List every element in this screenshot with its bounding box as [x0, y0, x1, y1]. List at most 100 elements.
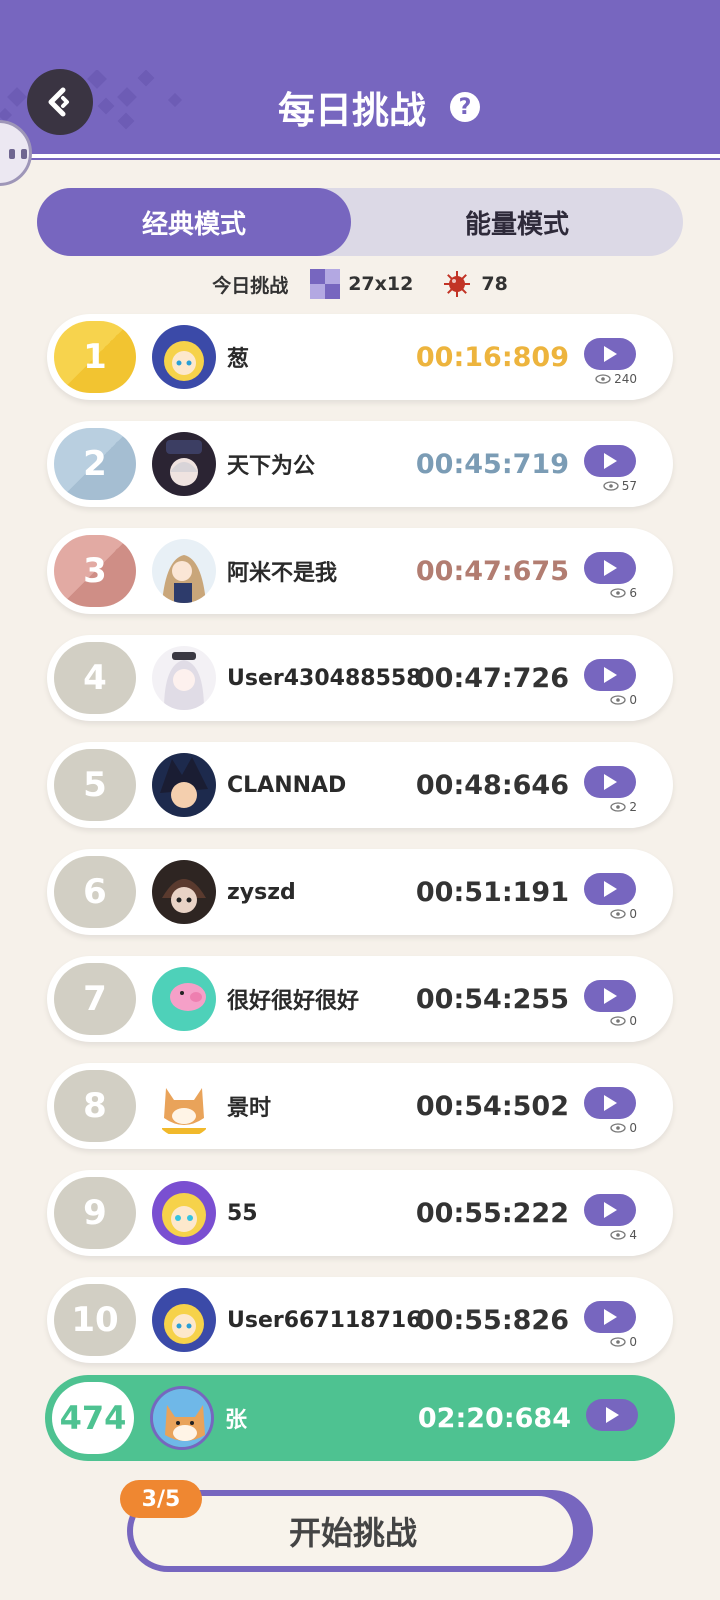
eye-icon [603, 481, 619, 491]
completion-time: 00:45:719 [415, 448, 569, 480]
rank-badge: 3 [54, 535, 136, 607]
view-count-value: 6 [629, 586, 637, 600]
player-name: 很好很好很好 [227, 989, 360, 1014]
rank-badge: 2 [54, 428, 136, 500]
leaderboard-row[interactable]: 6 zyszd 00:51:191 0 [47, 849, 673, 935]
view-count-value: 2 [629, 800, 637, 814]
play-icon [604, 667, 617, 683]
play-icon [604, 346, 617, 362]
replay-button[interactable] [584, 1301, 636, 1333]
avatar [152, 753, 216, 817]
eye-icon [610, 695, 627, 705]
leaderboard-row[interactable]: 2 天下为公 00:45:719 57 [47, 421, 673, 507]
avatar [152, 1288, 216, 1352]
view-count: 0 [610, 1014, 637, 1028]
completion-time: 00:47:726 [415, 662, 569, 694]
attempts-badge: 3/5 [120, 1480, 202, 1518]
player-name: CLANNAD [227, 772, 347, 798]
board-size: 27x12 [348, 273, 414, 295]
replay-button[interactable] [584, 980, 636, 1012]
my-player-name: 张 [225, 1408, 248, 1433]
eye-icon [610, 1016, 627, 1026]
avatar [152, 1181, 216, 1245]
leaderboard-row[interactable]: 4 User430488558 00:47:726 0 [47, 635, 673, 721]
help-icon[interactable]: ? [450, 92, 480, 122]
avatar [152, 860, 216, 924]
eye-icon [595, 374, 611, 384]
play-icon [604, 1309, 617, 1325]
avatar [152, 967, 216, 1031]
replay-button[interactable] [584, 1194, 636, 1226]
my-avatar [150, 1386, 214, 1450]
player-name: 阿米不是我 [227, 561, 338, 586]
player-name: User667118716 [227, 1307, 422, 1333]
play-icon [604, 453, 617, 469]
replay-button[interactable] [584, 873, 636, 905]
player-name: 葱 [227, 347, 250, 372]
leaderboard-row[interactable]: 1 葱 00:16:809 240 [47, 314, 673, 400]
leaderboard-row[interactable]: 3 阿米不是我 00:47:675 6 [47, 528, 673, 614]
eye-icon [610, 1337, 627, 1347]
completion-time: 00:54:255 [415, 983, 569, 1015]
view-count: 0 [610, 1121, 637, 1135]
view-count: 240 [595, 372, 637, 386]
completion-time: 00:48:646 [415, 769, 569, 801]
view-count-value: 0 [629, 1121, 637, 1135]
view-count: 4 [610, 1228, 637, 1242]
tab-classic-mode[interactable]: 经典模式 [37, 188, 351, 256]
leaderboard-row[interactable]: 7 很好很好很好 00:54:255 0 [47, 956, 673, 1042]
rank-badge: 8 [54, 1070, 136, 1142]
view-count: 0 [610, 693, 637, 707]
eye-icon [610, 909, 627, 919]
view-count: 0 [610, 907, 637, 921]
leaderboard-list: 1 葱 00:16:809 240 2 天下为公 00:45:719 57 3 [47, 314, 673, 1384]
player-name: User430488558 [227, 665, 422, 691]
page-title: 每日挑战 [278, 89, 426, 132]
leaderboard-row[interactable]: 5 CLANNAD 00:48:646 2 [47, 742, 673, 828]
challenge-info: 今日挑战 27x12 78 [0, 268, 720, 300]
view-count-value: 0 [629, 907, 637, 921]
avatar [152, 539, 216, 603]
play-icon [604, 1095, 617, 1111]
avatar [152, 646, 216, 710]
replay-button[interactable] [584, 445, 636, 477]
play-icon [604, 774, 617, 790]
rank-badge: 9 [54, 1177, 136, 1249]
view-count: 6 [610, 586, 637, 600]
completion-time: 00:54:502 [415, 1090, 569, 1122]
mine-count: 78 [481, 273, 508, 295]
tab-energy-mode[interactable]: 能量模式 [351, 188, 683, 256]
view-count-value: 4 [629, 1228, 637, 1242]
rank-badge: 10 [54, 1284, 136, 1356]
leaderboard-row[interactable]: 9 55 00:55:222 4 [47, 1170, 673, 1256]
avatar [152, 1074, 216, 1138]
replay-button[interactable] [584, 338, 636, 370]
leaderboard-row[interactable]: 8 景时 00:54:502 0 [47, 1063, 673, 1149]
my-rank-row[interactable]: 474 张 02:20:684 [45, 1375, 675, 1461]
eye-icon [610, 1230, 627, 1240]
rank-badge: 1 [54, 321, 136, 393]
replay-button[interactable] [584, 766, 636, 798]
replay-button[interactable] [584, 1087, 636, 1119]
avatar [152, 432, 216, 496]
rank-badge: 6 [54, 856, 136, 928]
rank-badge: 4 [54, 642, 136, 714]
back-arrow-icon [48, 87, 69, 117]
back-button[interactable] [27, 69, 93, 135]
eye-icon [610, 588, 627, 598]
replay-button[interactable] [584, 552, 636, 584]
header-bar: 每日挑战 ? [0, 0, 720, 160]
leaderboard-row[interactable]: 10 User667118716 00:55:826 0 [47, 1277, 673, 1363]
play-icon [604, 1202, 617, 1218]
completion-time: 00:55:826 [415, 1304, 569, 1336]
play-icon [604, 560, 617, 576]
avatar [152, 325, 216, 389]
board-grid-icon [310, 269, 341, 299]
my-completion-time: 02:20:684 [417, 1402, 571, 1434]
player-name: 天下为公 [227, 454, 316, 479]
view-count: 57 [603, 479, 637, 493]
view-count-value: 57 [621, 479, 637, 493]
replay-button[interactable] [584, 659, 636, 691]
my-replay-button[interactable] [586, 1399, 638, 1431]
play-icon [606, 1407, 619, 1423]
